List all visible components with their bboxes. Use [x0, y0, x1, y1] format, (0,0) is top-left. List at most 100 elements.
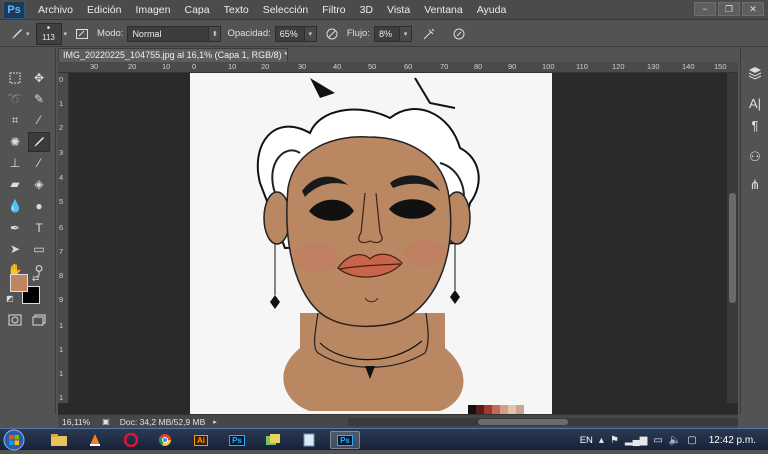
network-signal-icon[interactable]: ▂▄▆	[625, 435, 647, 446]
airbrush-icon[interactable]	[420, 25, 438, 43]
opera-icon[interactable]	[116, 431, 146, 449]
chrome-icon[interactable]	[150, 431, 180, 449]
battery-icon[interactable]: ▭	[653, 435, 662, 446]
quick-mask-icon[interactable]	[4, 310, 26, 330]
lasso-tool-icon[interactable]: ➰	[4, 89, 26, 109]
crop-tool-icon[interactable]: ⌗	[4, 110, 26, 130]
brush-size-picker[interactable]: • 113	[35, 22, 62, 45]
ruler-top-label: 90	[508, 62, 517, 71]
start-button-icon[interactable]	[3, 429, 33, 451]
status-bar: 16,11% ▣ Doc: 34,2 MB/52,9 MB ▸	[58, 414, 738, 428]
spot-healing-tool-icon[interactable]: ✺	[4, 132, 26, 152]
explorer-icon[interactable]	[44, 431, 74, 449]
zoom-level[interactable]: 16,11%	[62, 417, 90, 427]
ruler-top-label: 10	[162, 62, 171, 71]
history-brush-tool-icon[interactable]: ⁄	[28, 153, 50, 173]
paint-bucket-tool-icon[interactable]: ◈	[28, 174, 50, 194]
ruler-left-label: 1	[59, 99, 64, 108]
ruler-top-label: 130	[647, 62, 660, 71]
quick-selection-tool-icon[interactable]: ✎	[28, 89, 50, 109]
screen-mode-icon[interactable]	[28, 310, 50, 330]
dodge-tool-icon[interactable]: ●	[28, 196, 50, 216]
color-swatch	[500, 405, 508, 414]
restore-button[interactable]: ❐	[718, 2, 740, 16]
menu-imagen[interactable]: Imagen	[128, 4, 177, 16]
pressure-size-icon[interactable]	[450, 25, 468, 43]
volume-icon[interactable]: 🔈	[669, 435, 681, 446]
menu-vista[interactable]: Vista	[380, 4, 417, 16]
move-tool-icon[interactable]: ✥	[28, 68, 50, 88]
horizontal-scrollbar[interactable]	[348, 418, 738, 426]
tray-arrow-icon[interactable]: ▴	[599, 435, 604, 446]
opacity-dropdown-icon[interactable]: ▾	[304, 25, 317, 42]
menu-edicion[interactable]: Edición	[80, 4, 128, 16]
photoshop-active-icon[interactable]: Ps	[330, 431, 360, 449]
menu-3d[interactable]: 3D	[353, 4, 380, 16]
pen-tool-icon[interactable]: ✒	[4, 218, 26, 238]
brush-preset-icon[interactable]	[8, 25, 26, 43]
action-center-icon[interactable]: ⚑	[610, 435, 619, 446]
ruler-left-label: 7	[59, 247, 64, 256]
minimize-button[interactable]: −	[694, 2, 716, 16]
character-panel-icon[interactable]: A|	[744, 92, 766, 114]
menu-seleccion[interactable]: Selección	[256, 4, 316, 16]
image-canvas[interactable]	[190, 73, 552, 414]
vlc-icon[interactable]	[80, 431, 110, 449]
menu-filtro[interactable]: Filtro	[315, 4, 352, 16]
pressure-opacity-icon[interactable]	[323, 25, 341, 43]
foreground-color-swatch[interactable]	[10, 274, 28, 292]
menu-capa[interactable]: Capa	[178, 4, 217, 16]
ruler-top-label: 0	[192, 62, 197, 71]
vertical-scroll-thumb[interactable]	[729, 193, 736, 303]
brush-presets-panel-icon[interactable]: ⋔	[744, 174, 766, 196]
ruler-left-label: 2	[59, 123, 64, 132]
flow-field[interactable]: 8%	[373, 25, 400, 42]
path-selection-tool-icon[interactable]: ➤	[4, 239, 26, 259]
document-tab[interactable]: IMG_20220225_104755.jpg al 16,1% (Capa 1…	[58, 48, 288, 62]
menu-archivo[interactable]: Archivo	[31, 4, 80, 16]
clone-stamp-tool-icon[interactable]: ⊥	[4, 153, 26, 173]
ruler-top-label: 140	[682, 62, 695, 71]
marquee-tool-icon[interactable]	[4, 68, 26, 88]
ruler-top-label: 20	[261, 62, 270, 71]
ruler-top-label: 80	[474, 62, 483, 71]
ruler-top: 30 20 10 0 10 20 30 40 50 60 70 80 90 10…	[58, 62, 738, 73]
ruler-top-label: 60	[404, 62, 413, 71]
mode-dropdown-icon[interactable]: ⬍	[209, 25, 222, 42]
brush-tool-icon[interactable]	[28, 132, 50, 152]
illustrator-icon[interactable]: Ai	[186, 431, 216, 449]
ruler-top-label: 50	[368, 62, 377, 71]
swatches-panel-icon[interactable]: ⚇	[744, 146, 766, 168]
flow-dropdown-icon[interactable]: ▾	[399, 25, 412, 42]
opacity-field[interactable]: 65%	[274, 25, 305, 42]
vertical-scrollbar[interactable]	[727, 73, 738, 403]
eraser-tool-icon[interactable]: ▰	[4, 174, 26, 194]
menu-texto[interactable]: Texto	[217, 4, 256, 16]
photoshop-icon[interactable]: Ps	[222, 431, 252, 449]
close-button[interactable]: ✕	[742, 2, 764, 16]
status-menu-icon[interactable]: ▸	[213, 418, 217, 426]
menu-ventana[interactable]: Ventana	[417, 4, 470, 16]
mode-select[interactable]: Normal	[127, 25, 210, 42]
files-icon[interactable]	[258, 431, 288, 449]
document-size: Doc: 34,2 MB/52,9 MB	[119, 416, 206, 427]
type-tool-icon[interactable]: T	[28, 218, 50, 238]
language-indicator[interactable]: EN	[580, 435, 593, 446]
shape-tool-icon[interactable]: ▭	[28, 239, 50, 259]
menu-ayuda[interactable]: Ayuda	[470, 4, 514, 16]
notes-icon[interactable]	[294, 431, 324, 449]
blur-tool-icon[interactable]: 💧	[4, 196, 26, 216]
layers-panel-icon[interactable]	[744, 62, 766, 84]
swap-colors-icon[interactable]: ⇄	[32, 273, 40, 284]
horizontal-scroll-thumb[interactable]	[478, 419, 568, 425]
tools-panel: ✥ ➰ ✎ ⌗ ⁄ ✺ ⊥ ⁄ ▰ ◈ 💧 ● ✒ T ➤ ▭ ✋ ⚲ ⇄ ◩	[0, 48, 56, 414]
default-colors-icon[interactable]: ◩	[6, 294, 14, 303]
eyedropper-tool-icon[interactable]: ⁄	[28, 110, 50, 130]
ruler-left-label: 1	[59, 369, 64, 378]
paragraph-panel-icon[interactable]: ¶	[744, 114, 766, 136]
clock[interactable]: 12:42 p.m.	[709, 435, 756, 446]
ruler-top-label: 120	[612, 62, 625, 71]
brush-panel-icon[interactable]	[73, 25, 91, 43]
mode-label: Modo:	[97, 28, 124, 39]
notification-icon[interactable]: ▢	[687, 435, 696, 446]
